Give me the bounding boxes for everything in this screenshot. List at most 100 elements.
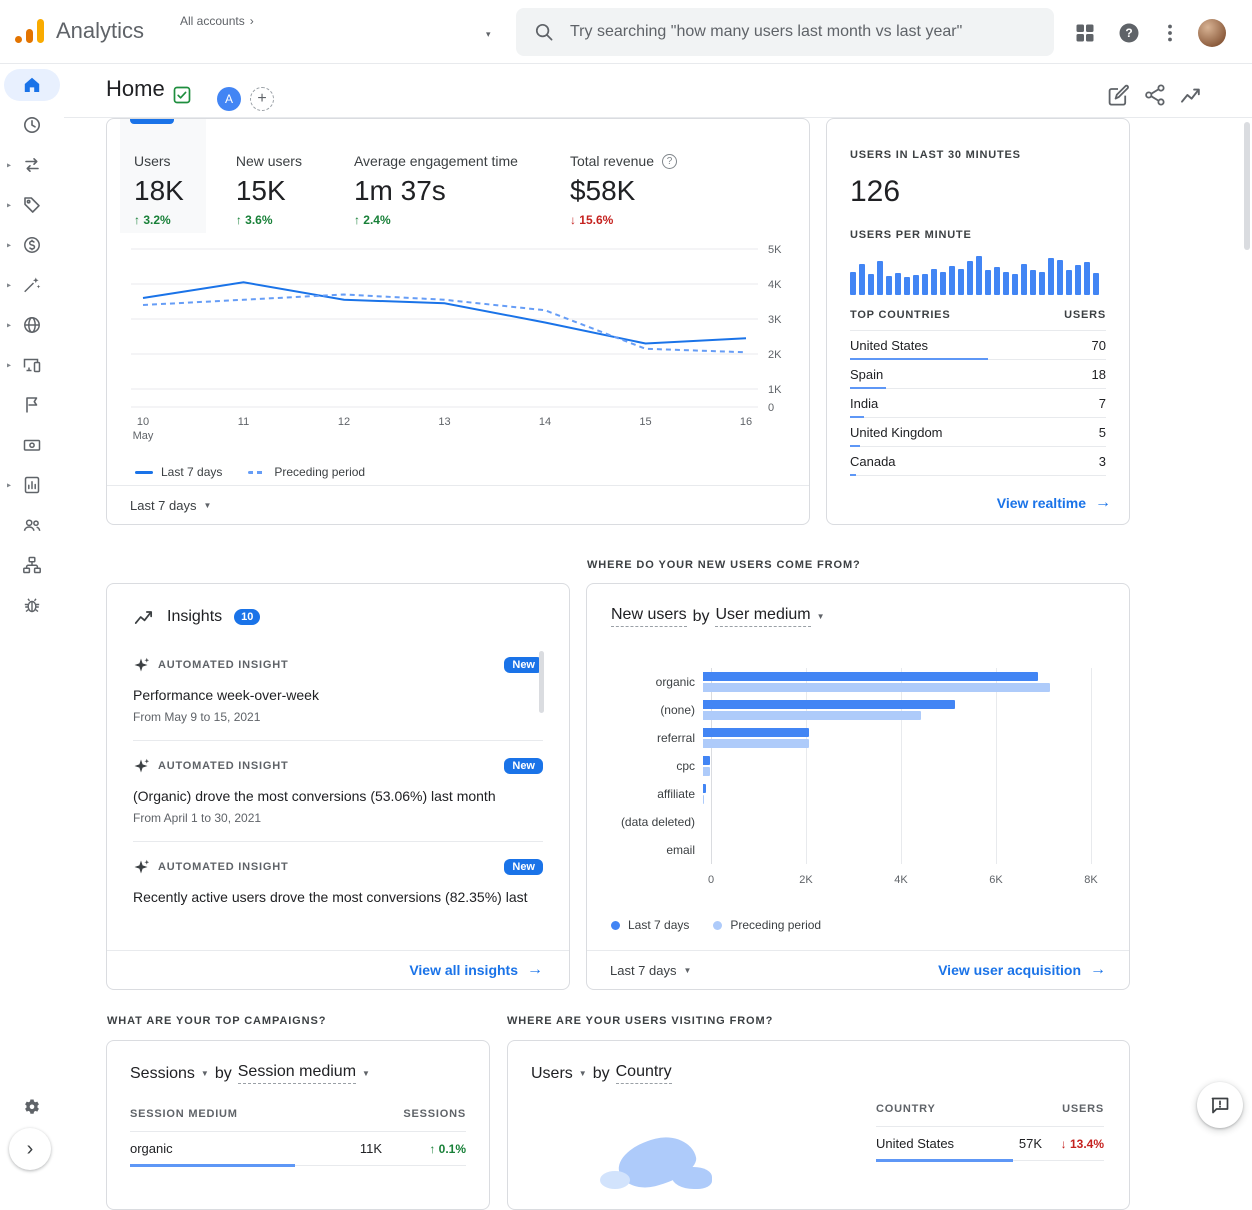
sidebar-item-devices[interactable]: ▸ xyxy=(0,345,64,385)
account-chip[interactable]: A xyxy=(217,87,241,111)
table-row[interactable]: organic 11K ↑ 0.1% xyxy=(130,1132,466,1166)
clock-icon xyxy=(22,115,42,135)
sidebar-item-monetization[interactable]: ▸ xyxy=(0,225,64,265)
chevron-down-icon[interactable]: ▼ xyxy=(362,1069,370,1078)
x-tick-label: 2K xyxy=(799,874,812,886)
verified-check-icon[interactable] xyxy=(173,86,191,104)
realtime-card: USERS IN LAST 30 MINUTES 126 USERS PER M… xyxy=(826,118,1130,525)
view-all-insights-link[interactable]: View all insights → xyxy=(409,961,543,979)
svg-text:1K: 1K xyxy=(768,384,782,396)
insights-spark-icon[interactable] xyxy=(1179,83,1203,107)
metric-value: 1m 37s xyxy=(354,175,518,207)
arrow-right-icon: → xyxy=(527,961,543,979)
country-row[interactable]: United Kingdom 5 xyxy=(850,418,1106,447)
insight-item[interactable]: AUTOMATED INSIGHT New Recently active us… xyxy=(133,842,543,921)
view-user-acquisition-link[interactable]: View user acquisition → xyxy=(938,961,1106,979)
metric-tab-users[interactable]: Users 18K ↑ 3.2% xyxy=(120,119,206,233)
legend-label: Preceding period xyxy=(730,918,821,932)
metric-tab-total-revenue[interactable]: Total revenue ? $58K ↓ 15.6% xyxy=(556,119,699,233)
account-breadcrumb[interactable]: All accounts › xyxy=(180,14,254,28)
sidebar-item-structure[interactable] xyxy=(0,545,64,585)
bar-last-7-days xyxy=(703,756,710,765)
search-bar[interactable] xyxy=(516,8,1054,56)
svg-text:?: ? xyxy=(1125,26,1132,40)
current-series-dot xyxy=(611,921,620,930)
sidebar-item-reports[interactable]: ▸ xyxy=(0,465,64,505)
minute-bar xyxy=(949,266,955,295)
insight-item[interactable]: AUTOMATED INSIGHT New Performance week-o… xyxy=(133,640,543,741)
svg-text:11: 11 xyxy=(238,416,249,428)
user-avatar[interactable] xyxy=(1198,19,1226,47)
feedback-button[interactable] xyxy=(1197,1082,1243,1128)
country-row[interactable]: Spain 18 xyxy=(850,360,1106,389)
analytics-logo[interactable]: Analytics xyxy=(16,17,144,45)
bar-row: cpc xyxy=(611,752,1107,780)
chevron-down-icon[interactable]: ▼ xyxy=(817,612,825,621)
metric-label: New users xyxy=(236,153,302,169)
bar-group xyxy=(703,812,1083,832)
sidebar-item-audiences[interactable] xyxy=(0,505,64,545)
trend-legend: Last 7 days Preceding period xyxy=(135,465,365,479)
table-row[interactable]: United States 57K ↓ 13.4% xyxy=(876,1127,1104,1161)
sidebar-expand-button[interactable]: › xyxy=(9,1128,51,1170)
sidebar-item-swap[interactable]: ▸ xyxy=(0,145,64,185)
metric-selector[interactable]: Sessions xyxy=(130,1065,195,1083)
dimension-selector[interactable]: Session medium xyxy=(238,1063,356,1084)
bar-group xyxy=(703,784,1083,804)
page-scrollbar[interactable] xyxy=(1244,122,1250,250)
metric-tab-new-users[interactable]: New users 15K ↑ 3.6% xyxy=(222,119,324,233)
country-row[interactable]: India 7 xyxy=(850,389,1106,418)
svg-text:12: 12 xyxy=(338,416,350,428)
date-range-dropdown[interactable]: Last 7 days ▼ xyxy=(610,963,691,978)
help-icon[interactable]: ? xyxy=(1117,21,1141,45)
country-users: 70 xyxy=(1092,338,1106,353)
dimension-selector[interactable]: User medium xyxy=(715,606,810,627)
sidebar-item-globe[interactable]: ▸ xyxy=(0,305,64,345)
insight-item[interactable]: AUTOMATED INSIGHT New (Organic) drove th… xyxy=(133,741,543,842)
more-options-icon[interactable] xyxy=(1158,21,1182,45)
sidebar-item-clock[interactable] xyxy=(0,105,64,145)
minute-bar xyxy=(940,272,946,295)
sidebar-item-money[interactable] xyxy=(0,425,64,465)
apps-grid-icon[interactable] xyxy=(1073,21,1097,45)
report-chart-icon xyxy=(22,475,42,495)
country-row[interactable]: United States 70 xyxy=(850,331,1106,360)
proportion-bar xyxy=(876,1159,1013,1162)
search-input[interactable] xyxy=(570,23,1036,41)
svg-text:13: 13 xyxy=(438,416,450,428)
date-range-label: Last 7 days xyxy=(610,963,677,978)
add-comparison-button[interactable]: + xyxy=(250,87,274,111)
date-range-dropdown[interactable]: Last 7 days ▼ xyxy=(130,498,211,513)
chevron-down-icon: ▼ xyxy=(684,966,692,975)
expand-caret-icon: ▸ xyxy=(7,361,11,370)
help-tooltip-icon[interactable]: ? xyxy=(662,154,677,169)
chevron-down-icon[interactable]: ▼ xyxy=(201,1069,209,1078)
dimension-selector[interactable]: Country xyxy=(616,1063,672,1084)
chevron-down-icon[interactable]: ▼ xyxy=(579,1069,587,1078)
account-picker-caret-icon[interactable]: ▾ xyxy=(486,29,491,40)
svg-text:3K: 3K xyxy=(768,314,782,326)
new-badge: New xyxy=(504,859,543,875)
share-icon[interactable] xyxy=(1143,83,1167,107)
sidebar-item-admin[interactable] xyxy=(0,1087,64,1127)
link-label: View all insights xyxy=(409,962,518,978)
metric-tab-engagement-time[interactable]: Average engagement time 1m 37s ↑ 2.4% xyxy=(340,119,540,233)
svg-text:16: 16 xyxy=(740,416,752,428)
sidebar-item-debug[interactable] xyxy=(0,585,64,625)
svg-text:10: 10 xyxy=(137,416,149,428)
sidebar-item-tag[interactable]: ▸ xyxy=(0,185,64,225)
customize-dashboard-icon[interactable] xyxy=(1106,83,1130,107)
metric-selector[interactable]: Users xyxy=(531,1065,573,1083)
sidebar-item-flag[interactable] xyxy=(0,385,64,425)
country-users: 7 xyxy=(1099,396,1106,411)
analytics-logo-icon xyxy=(16,17,46,45)
metric-selector[interactable]: New users xyxy=(611,606,687,627)
country-row[interactable]: Canada 3 xyxy=(850,447,1106,476)
country-users: 5 xyxy=(1099,425,1106,440)
insights-scrollbar[interactable] xyxy=(539,651,544,713)
col-session-medium: SESSION MEDIUM xyxy=(130,1108,238,1120)
expand-caret-icon: ▸ xyxy=(7,281,11,290)
sidebar-item-home[interactable] xyxy=(0,65,64,105)
sidebar-item-attribution[interactable]: ▸ xyxy=(0,265,64,305)
view-realtime-link[interactable]: View realtime → xyxy=(997,494,1111,512)
